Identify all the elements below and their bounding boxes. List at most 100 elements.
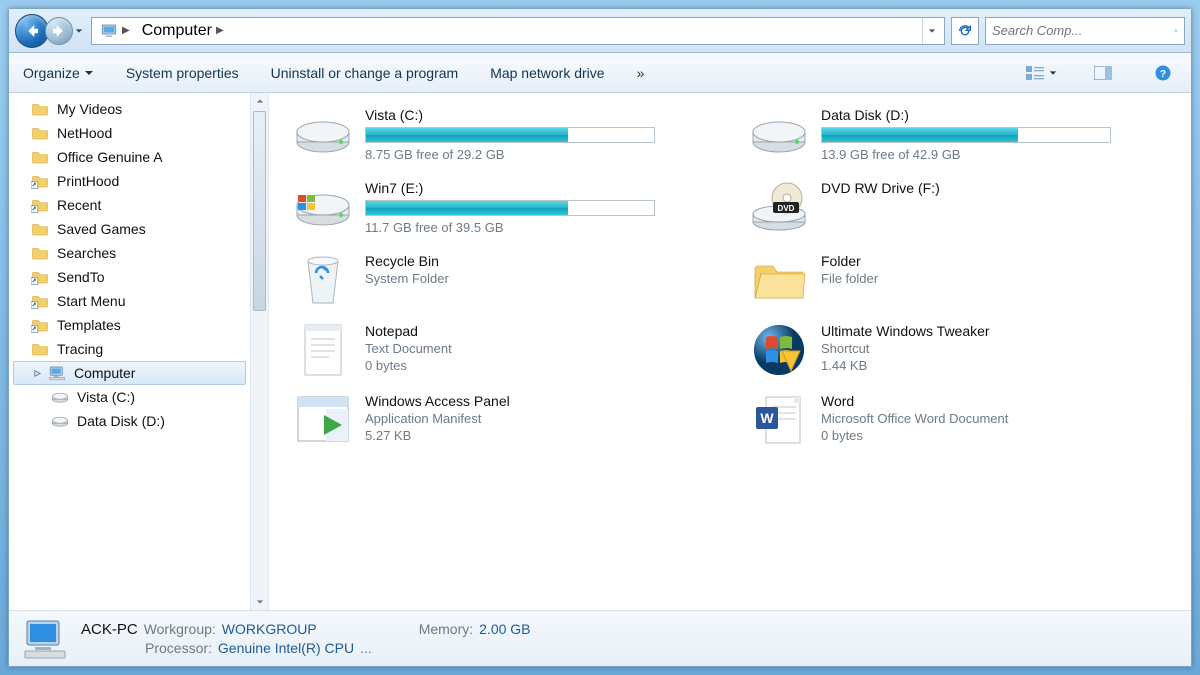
capacity-bar — [365, 127, 655, 143]
search-input[interactable] — [992, 23, 1170, 38]
sidebar-item[interactable]: Templates — [9, 313, 250, 337]
scroll-up-button[interactable] — [251, 93, 268, 109]
sidebar-item-computer[interactable]: Computer — [13, 361, 246, 385]
scroll-down-button[interactable] — [251, 594, 268, 610]
chevron-down-icon — [256, 598, 264, 606]
sidebar-scrollbar[interactable] — [250, 93, 268, 610]
item-notepad[interactable]: Notepad Text Document 0 bytes — [289, 315, 725, 385]
arrow-left-icon — [23, 22, 41, 40]
sidebar-item-drive[interactable]: Vista (C:) — [9, 385, 250, 409]
breadcrumb-computer[interactable]: Computer ▶ — [138, 18, 228, 44]
sidebar-item-label: SendTo — [57, 269, 104, 285]
sidebar-item[interactable]: Tracing — [9, 337, 250, 361]
sidebar-item[interactable]: Start Menu — [9, 289, 250, 313]
details-workgroup-value: WORKGROUP — [222, 621, 317, 637]
text-document-icon — [293, 323, 353, 377]
sidebar-item[interactable]: NetHood — [9, 121, 250, 145]
sidebar-item-label: Recent — [57, 197, 101, 213]
item-word[interactable]: W Word Microsoft Office Word Document 0 … — [745, 385, 1181, 455]
map-network-label: Map network drive — [490, 65, 604, 81]
item-size: 0 bytes — [821, 428, 1177, 445]
scroll-thumb[interactable] — [253, 111, 266, 311]
drive-vista-c[interactable]: Vista (C:) 8.75 GB free of 29.2 GB — [289, 99, 725, 172]
windows-orb-shortcut-icon — [749, 323, 809, 377]
chevron-down-icon — [928, 27, 936, 35]
drive-data-disk-d[interactable]: Data Disk (D:) 13.9 GB free of 42.9 GB — [745, 99, 1181, 172]
content-area: Vista (C:) 8.75 GB free of 29.2 GB Data … — [269, 93, 1191, 610]
item-name: Recycle Bin — [365, 253, 721, 269]
item-ultimate-windows-tweaker[interactable]: Ultimate Windows Tweaker Shortcut 1.44 K… — [745, 315, 1181, 385]
details-memory-label: Memory: — [419, 621, 473, 637]
address-bar[interactable]: ▶ Computer ▶ — [91, 17, 945, 45]
item-size: 0 bytes — [365, 358, 721, 375]
item-sub: Text Document — [365, 341, 721, 358]
nav-history-dropdown[interactable] — [73, 17, 85, 45]
sidebar-item[interactable]: Saved Games — [9, 217, 250, 241]
drive-name: Data Disk (D:) — [821, 107, 1177, 123]
search-box[interactable] — [985, 17, 1185, 45]
drive-dvd-f[interactable]: DVD DVD RW Drive (F:) — [745, 172, 1181, 245]
hard-drive-windows-icon — [293, 180, 353, 234]
forward-button[interactable] — [45, 17, 73, 45]
sidebar-item-label: Templates — [57, 317, 121, 333]
drive-win7-e[interactable]: Win7 (E:) 11.7 GB free of 39.5 GB — [289, 172, 725, 245]
tree: My VideosNetHood Office Genuine A PrintHoo… — [9, 93, 250, 610]
computer-large-icon — [23, 617, 67, 661]
svg-text:W: W — [760, 410, 774, 426]
search-icon — [1174, 24, 1178, 38]
chevron-down-icon — [75, 27, 83, 35]
address-dropdown[interactable] — [922, 18, 940, 44]
svg-text:?: ? — [1160, 67, 1166, 79]
toolbar: Organize System properties Uninstall or … — [9, 53, 1191, 93]
item-folder[interactable]: Folder File folder — [745, 245, 1181, 315]
sidebar-item-drive[interactable]: Data Disk (D:) — [9, 409, 250, 433]
sidebar-item[interactable]: My Videos — [9, 97, 250, 121]
breadcrumb-sep-icon: ▶ — [216, 25, 224, 36]
back-button[interactable] — [15, 14, 49, 48]
details-computer-name: ACK-PC — [81, 621, 138, 638]
system-properties-label: System properties — [126, 65, 239, 81]
map-network-button[interactable]: Map network drive — [490, 65, 604, 81]
sidebar-item-label: Data Disk (D:) — [77, 413, 165, 429]
toolbar-overflow[interactable]: » — [637, 65, 645, 81]
item-size: 1.44 KB — [821, 358, 1177, 375]
sidebar-item-label: Vista (C:) — [77, 389, 135, 405]
sidebar-item[interactable]: Recent — [9, 193, 250, 217]
view-options-button[interactable] — [1021, 62, 1049, 84]
organize-label: Organize — [23, 65, 80, 81]
sidebar-item[interactable]: PrintHood — [9, 169, 250, 193]
uninstall-label: Uninstall or change a program — [271, 65, 459, 81]
drive-name: DVD RW Drive (F:) — [821, 180, 1177, 196]
item-recycle-bin[interactable]: Recycle Bin System Folder — [289, 245, 725, 315]
details-ellipsis: ... — [360, 640, 372, 656]
address-bar-row: ▶ Computer ▶ — [9, 9, 1191, 53]
item-name: Notepad — [365, 323, 721, 339]
uninstall-button[interactable]: Uninstall or change a program — [271, 65, 459, 81]
refresh-button[interactable] — [951, 17, 979, 45]
breadcrumb-root[interactable]: ▶ — [96, 18, 134, 44]
item-name: Word — [821, 393, 1177, 409]
help-button[interactable]: ? — [1149, 62, 1177, 84]
explorer-window: ▶ Computer ▶ Organize System properties — [8, 8, 1192, 667]
overflow-label: » — [637, 65, 645, 81]
hard-drive-icon — [293, 107, 353, 161]
sidebar-item[interactable]: SendTo — [9, 265, 250, 289]
details-processor-label: Processor: — [145, 640, 212, 656]
preview-pane-icon — [1094, 66, 1112, 80]
item-windows-access-panel[interactable]: Windows Access Panel Application Manifes… — [289, 385, 725, 455]
sidebar-item[interactable]: Searches — [9, 241, 250, 265]
hard-drive-icon — [749, 107, 809, 161]
sidebar-item[interactable]: Office Genuine A — [9, 145, 250, 169]
expand-icon[interactable] — [32, 368, 42, 378]
view-menu[interactable] — [1021, 62, 1057, 84]
refresh-icon — [957, 23, 973, 39]
details-pane: ACK-PC Workgroup: WORKGROUP Memory: 2.00… — [9, 610, 1191, 666]
system-properties-button[interactable]: System properties — [126, 65, 239, 81]
sidebar-item-label: Office Genuine A — [57, 149, 163, 165]
application-manifest-icon — [293, 393, 353, 447]
item-size: 5.27 KB — [365, 428, 721, 445]
preview-pane-button[interactable] — [1089, 62, 1117, 84]
organize-menu[interactable]: Organize — [23, 65, 94, 81]
navigation-pane: My VideosNetHood Office Genuine A PrintHoo… — [9, 93, 269, 610]
breadcrumb-label: Computer — [142, 22, 212, 40]
